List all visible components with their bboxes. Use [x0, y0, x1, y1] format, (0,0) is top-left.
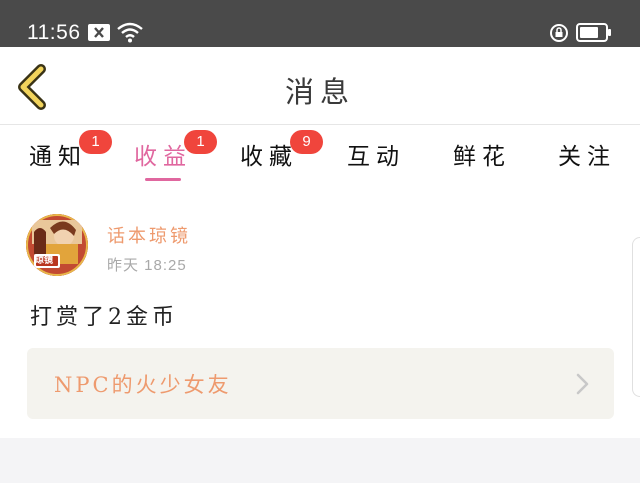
tab-earnings[interactable]: 收益 1 — [134, 130, 217, 171]
avatar[interactable]: 琼镜 — [26, 214, 88, 276]
tab-label: 关注 — [558, 144, 616, 170]
message-timestamp: 昨天 18:25 — [107, 257, 187, 274]
tab-label: 鲜花 — [453, 144, 511, 170]
active-tab-indicator — [145, 178, 181, 181]
tab-interactions[interactable]: 互动 — [347, 137, 405, 171]
unread-badge: 9 — [290, 130, 323, 154]
rotation-lock-icon — [549, 23, 569, 47]
wifi-icon — [116, 21, 144, 47]
sender-name[interactable]: 话本琼镜 — [107, 222, 191, 248]
chevron-right-icon — [576, 373, 589, 395]
message-card: 琼镜 话本琼镜 昨天 18:25 打赏了2金币 NPC的火少女友 — [0, 188, 640, 438]
tab-label: 收藏 — [240, 144, 298, 170]
book-title: NPC的火少女友 — [54, 373, 232, 397]
battery-icon — [576, 23, 612, 46]
status-bar: 11:56 — [0, 0, 640, 47]
tab-following[interactable]: 关注 — [558, 137, 616, 171]
unread-badge: 1 — [184, 130, 217, 154]
notification-x-icon — [88, 24, 110, 45]
tab-label: 通知 — [29, 144, 87, 170]
unread-badge: 1 — [79, 130, 112, 154]
referenced-book-link[interactable]: NPC的火少女友 — [27, 348, 614, 419]
tab-label: 互动 — [347, 144, 405, 170]
tab-flowers[interactable]: 鲜花 — [453, 137, 511, 171]
status-time: 11:56 — [27, 21, 81, 44]
avatar-label: 琼镜 — [35, 256, 54, 266]
nav-bar: 消息 — [0, 47, 640, 125]
tab-bar: 通知 1 收益 1 收藏 9 互动 鲜花 关注 — [0, 125, 640, 188]
tab-favorites[interactable]: 收藏 9 — [240, 130, 323, 171]
tab-label: 收益 — [134, 144, 192, 170]
message-text: 打赏了2金币 — [30, 305, 178, 330]
side-drawer-handle[interactable] — [632, 237, 640, 397]
page-title: 消息 — [284, 75, 355, 109]
tab-notifications[interactable]: 通知 1 — [29, 130, 112, 171]
